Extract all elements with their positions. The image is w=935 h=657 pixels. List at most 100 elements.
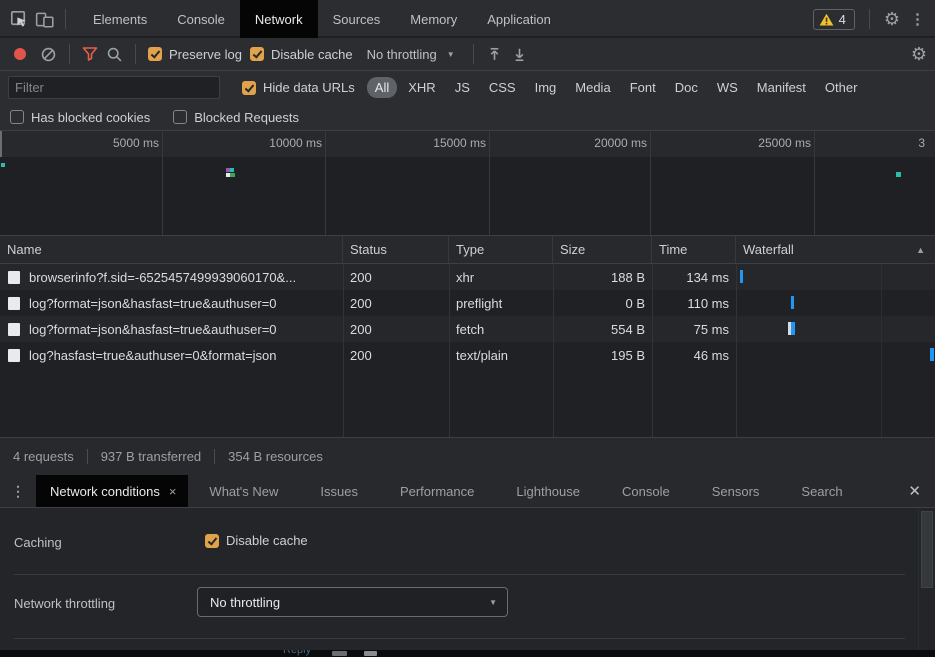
column-header-waterfall[interactable]: Waterfall ▲ bbox=[736, 236, 935, 263]
filter-type-img[interactable]: Img bbox=[527, 77, 565, 98]
filter-type-font[interactable]: Font bbox=[622, 77, 664, 98]
network-throttling-select[interactable]: No throttling ▼ bbox=[197, 587, 508, 617]
column-divider[interactable] bbox=[449, 264, 450, 437]
blocked-requests-checkbox[interactable]: Blocked Requests bbox=[173, 110, 299, 125]
tab-memory[interactable]: Memory bbox=[395, 0, 472, 38]
filter-type-js[interactable]: JS bbox=[447, 77, 478, 98]
close-drawer-icon[interactable]: ✕ bbox=[894, 475, 935, 507]
disable-cache-checkbox[interactable]: Disable cache bbox=[250, 47, 353, 62]
has-blocked-cookies-checkbox[interactable]: Has blocked cookies bbox=[10, 110, 150, 125]
filter-type-doc[interactable]: Doc bbox=[667, 77, 706, 98]
waterfall-cell bbox=[736, 342, 935, 368]
drawer-tab-sensors[interactable]: Sensors bbox=[691, 475, 781, 507]
network-overview-timeline[interactable]: 5000 ms 10000 ms 15000 ms 20000 ms 25000… bbox=[0, 131, 935, 236]
request-time: 75 ms bbox=[652, 316, 736, 342]
filter-type-other[interactable]: Other bbox=[817, 77, 866, 98]
inspect-element-icon[interactable] bbox=[10, 10, 29, 29]
gridline bbox=[162, 131, 163, 235]
column-header-status[interactable]: Status bbox=[343, 236, 449, 263]
filter-type-manifest[interactable]: Manifest bbox=[749, 77, 814, 98]
search-icon[interactable] bbox=[106, 46, 123, 63]
drawer-tab-console[interactable]: Console bbox=[601, 475, 691, 507]
filter-type-ws[interactable]: WS bbox=[709, 77, 746, 98]
scrollbar-thumb[interactable] bbox=[921, 511, 933, 588]
hide-data-urls-label: Hide data URLs bbox=[263, 80, 355, 95]
waterfall-bar bbox=[791, 322, 795, 335]
import-har-icon[interactable] bbox=[486, 46, 503, 63]
column-divider[interactable] bbox=[343, 264, 344, 437]
scrollbar-track[interactable] bbox=[918, 508, 935, 657]
network-settings-gear-icon[interactable]: ⚙ bbox=[911, 45, 927, 63]
issues-counter[interactable]: 4 bbox=[813, 9, 855, 30]
column-header-type[interactable]: Type bbox=[449, 236, 553, 263]
close-tab-icon[interactable]: × bbox=[169, 484, 177, 499]
filter-input[interactable] bbox=[8, 76, 220, 99]
filter-type-all[interactable]: All bbox=[367, 77, 397, 98]
main-menu-icon[interactable]: ⋮ bbox=[910, 12, 925, 27]
preserve-log-checkbox[interactable]: Preserve log bbox=[148, 47, 242, 62]
drawer-disable-cache-checkbox[interactable]: Disable cache bbox=[205, 533, 308, 548]
device-toolbar-icon[interactable] bbox=[35, 10, 55, 29]
request-time: 134 ms bbox=[652, 264, 736, 290]
tab-sources[interactable]: Sources bbox=[318, 0, 396, 38]
drawer-tab-performance[interactable]: Performance bbox=[379, 475, 495, 507]
request-size: 188 B bbox=[553, 264, 652, 290]
checkbox-checked bbox=[205, 534, 219, 548]
throttling-dropdown[interactable]: No throttling ▼ bbox=[361, 47, 461, 62]
request-status: 200 bbox=[343, 342, 449, 368]
record-button[interactable] bbox=[14, 48, 26, 60]
table-row[interactable]: log?format=json&hasfast=true&authuser=0 … bbox=[0, 290, 935, 316]
column-header-name[interactable]: Name bbox=[0, 236, 343, 263]
divider bbox=[65, 9, 66, 29]
tab-elements[interactable]: Elements bbox=[78, 0, 162, 38]
divider bbox=[214, 449, 215, 464]
drawer-tab-lighthouse[interactable]: Lighthouse bbox=[495, 475, 601, 507]
has-blocked-cookies-label: Has blocked cookies bbox=[31, 110, 150, 125]
drawer-tab-network-conditions[interactable]: Network conditions × bbox=[36, 475, 188, 507]
drawer-tab-search[interactable]: Search bbox=[780, 475, 863, 507]
request-name: log?hasfast=true&authuser=0&format=json bbox=[29, 348, 277, 363]
export-har-icon[interactable] bbox=[511, 46, 528, 63]
hide-data-urls-checkbox[interactable]: Hide data URLs bbox=[242, 80, 355, 95]
column-header-size[interactable]: Size bbox=[553, 236, 652, 263]
tick-5000ms: 5000 ms bbox=[83, 136, 159, 150]
settings-gear-icon[interactable]: ⚙ bbox=[884, 10, 900, 28]
tab-network[interactable]: Network bbox=[240, 0, 318, 38]
overview-request-mark bbox=[1, 163, 5, 167]
clear-icon[interactable] bbox=[40, 46, 57, 63]
filter-type-xhr[interactable]: XHR bbox=[400, 77, 443, 98]
gridline bbox=[814, 131, 815, 235]
column-header-time[interactable]: Time bbox=[652, 236, 736, 263]
table-row[interactable]: log?hasfast=true&authuser=0&format=json … bbox=[0, 342, 935, 368]
request-name: browserinfo?f.sid=-6525457499939060170&.… bbox=[29, 270, 296, 285]
filter-type-css[interactable]: CSS bbox=[481, 77, 524, 98]
filter-icon[interactable] bbox=[82, 46, 98, 62]
drawer-menu-icon[interactable]: ⋮ bbox=[0, 475, 36, 507]
summary-bar: 4 requests 937 B transferred 354 B resou… bbox=[0, 437, 935, 475]
checkbox-checked bbox=[148, 47, 162, 61]
tick-25000ms: 25000 ms bbox=[735, 136, 811, 150]
drawer-tab-issues[interactable]: Issues bbox=[299, 475, 379, 507]
table-row[interactable]: browserinfo?f.sid=-6525457499939060170&.… bbox=[0, 264, 935, 290]
network-conditions-panel: Caching Disable cache Network throttling… bbox=[0, 508, 935, 657]
overview-request-mark bbox=[230, 168, 234, 172]
disable-cache-label: Disable cache bbox=[271, 47, 353, 62]
column-divider[interactable] bbox=[553, 264, 554, 437]
tick-15000ms: 15000 ms bbox=[410, 136, 486, 150]
column-divider[interactable] bbox=[652, 264, 653, 437]
divider bbox=[473, 44, 474, 64]
column-divider[interactable] bbox=[736, 264, 737, 437]
throttling-value: No throttling bbox=[367, 47, 437, 62]
drawer-tab-whats-new[interactable]: What's New bbox=[188, 475, 299, 507]
request-name: log?format=json&hasfast=true&authuser=0 bbox=[29, 296, 277, 311]
tab-application[interactable]: Application bbox=[472, 0, 566, 38]
table-row[interactable]: log?format=json&hasfast=true&authuser=0 … bbox=[0, 316, 935, 342]
devtools-window: Elements Console Network Sources Memory … bbox=[0, 0, 935, 657]
tab-console[interactable]: Console bbox=[162, 0, 240, 38]
request-size: 554 B bbox=[553, 316, 652, 342]
timeline-start-marker bbox=[0, 131, 2, 157]
reply-label: Reply bbox=[283, 650, 311, 656]
requests-count: 4 requests bbox=[13, 449, 74, 464]
filter-type-media[interactable]: Media bbox=[567, 77, 618, 98]
waterfall-bar bbox=[740, 270, 743, 283]
